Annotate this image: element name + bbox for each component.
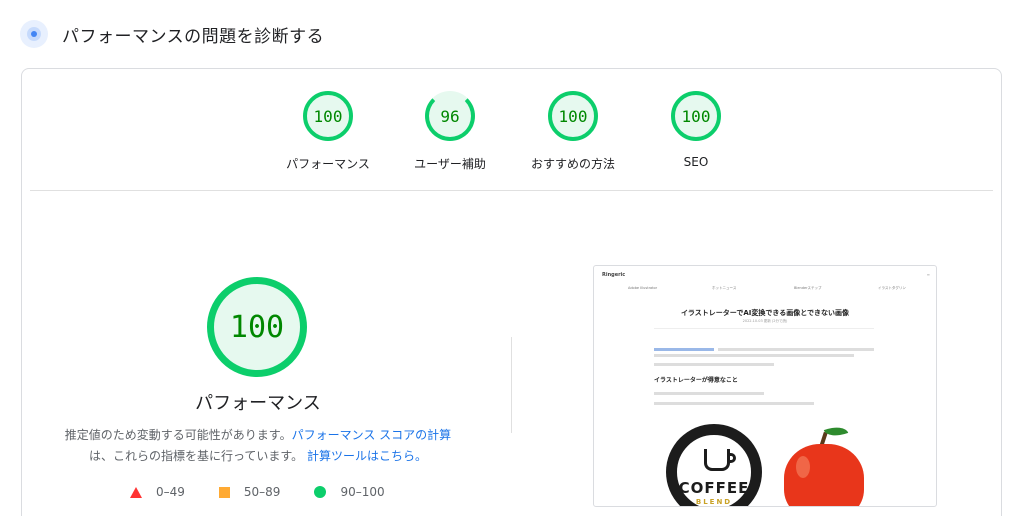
apple-highlight: [796, 456, 810, 478]
vertical-divider: [511, 337, 512, 433]
score-ring: 100: [548, 91, 598, 141]
badge-subtitle: BLEND: [695, 498, 733, 506]
category-label: パフォーマンス: [286, 157, 370, 171]
thumb-article-title: イラストレーターでAI変換できる画像とできない画像: [680, 309, 850, 317]
calculator-link[interactable]: 計算ツールはこちら。: [307, 449, 427, 463]
cup-handle: [728, 453, 736, 463]
score-value: 100: [313, 106, 343, 126]
legend-range: 90–100: [340, 485, 385, 499]
category-gauge-performance[interactable]: 100 パフォーマンス: [273, 91, 383, 172]
badge-title: COFFEE: [678, 479, 750, 497]
category-gauge-best-practices[interactable]: 100 おすすめの方法: [518, 91, 628, 172]
category-summary: 100 パフォーマンス 96 ユーザー補助 100 おすすめの方法 100 SE…: [22, 91, 1001, 191]
fail-triangle-icon: [130, 486, 142, 498]
performance-score-value: 100: [229, 309, 285, 345]
thumb-article-date: 2022.10.03 更新 (2分で読): [742, 319, 788, 323]
thumb-text-line: [654, 402, 814, 405]
section-title: パフォーマンスの問題を診断する: [62, 26, 325, 47]
report-card: 100 パフォーマンス 96 ユーザー補助 100 おすすめの方法 100 SE…: [21, 68, 1002, 516]
score-value: 100: [681, 106, 711, 126]
performance-score-gauge: 100: [207, 277, 307, 377]
category-label: おすすめの方法: [530, 157, 615, 171]
apple-image: [784, 444, 864, 506]
legend-item-average: 50–89: [218, 485, 281, 499]
thumb-text-line: [654, 363, 774, 366]
apple-leaf: [823, 422, 849, 441]
legend-item-fail: 0–49: [130, 485, 185, 499]
pass-circle-icon: [314, 486, 327, 498]
coffee-cup-icon: [704, 449, 730, 471]
coffee-badge-image: COFFEE BLEND: [666, 424, 762, 506]
legend-item-pass: 90–100: [314, 485, 385, 499]
category-label: SEO: [683, 155, 709, 169]
description-text: は、これらの指標を基に行っています。: [88, 449, 304, 463]
thumb-nav-item: イラストタグリン: [878, 286, 906, 290]
thumb-section-heading: イラストレーターが得意なこと: [654, 377, 738, 384]
thumb-nav-item: Adobe Illustrator: [628, 286, 658, 290]
score-description: 推定値のため変動する可能性があります。パフォーマンス スコアの計算 は、これらの…: [52, 425, 464, 467]
section-header: パフォーマンスの問題を診断する: [20, 18, 324, 50]
score-ring: 100: [303, 91, 353, 141]
legend-range: 0–49: [156, 485, 185, 499]
page-screenshot-thumbnail[interactable]: Ringeric ≡ Adobe Illustrator ホットニュース Ble…: [593, 265, 937, 507]
divider: [30, 190, 993, 191]
thumb-text-line: [654, 392, 764, 395]
performance-title: パフォーマンス: [195, 393, 321, 414]
thumb-menu-icon: ≡: [926, 272, 930, 277]
category-gauge-accessibility[interactable]: 96 ユーザー補助: [395, 91, 505, 172]
thumb-text-line: [718, 348, 874, 351]
thumb-rule: [654, 328, 874, 329]
score-legend: 0–49 50–89 90–100: [130, 485, 419, 499]
score-value: 96: [440, 106, 460, 126]
description-text: 推定値のため変動する可能性があります。: [64, 428, 292, 442]
category-label: ユーザー補助: [414, 157, 486, 171]
thumb-brand: Ringeric: [602, 272, 626, 278]
thumb-nav-item: ホットニュース: [712, 286, 737, 290]
thumb-text-line: [654, 354, 854, 357]
score-value: 100: [558, 106, 588, 126]
category-gauge-seo[interactable]: 100 SEO: [641, 91, 751, 169]
score-calculation-link[interactable]: パフォーマンス スコアの計算: [292, 428, 452, 442]
thumb-nav-item: Blenderステップ: [794, 286, 822, 290]
legend-range: 50–89: [243, 485, 281, 499]
score-ring: 96: [425, 91, 475, 141]
badge-inner: COFFEE BLEND: [674, 432, 754, 506]
score-ring: 100: [671, 91, 721, 141]
thumb-text-line: [654, 348, 714, 351]
diagnostics-icon: [20, 20, 48, 48]
average-square-icon: [218, 486, 230, 498]
